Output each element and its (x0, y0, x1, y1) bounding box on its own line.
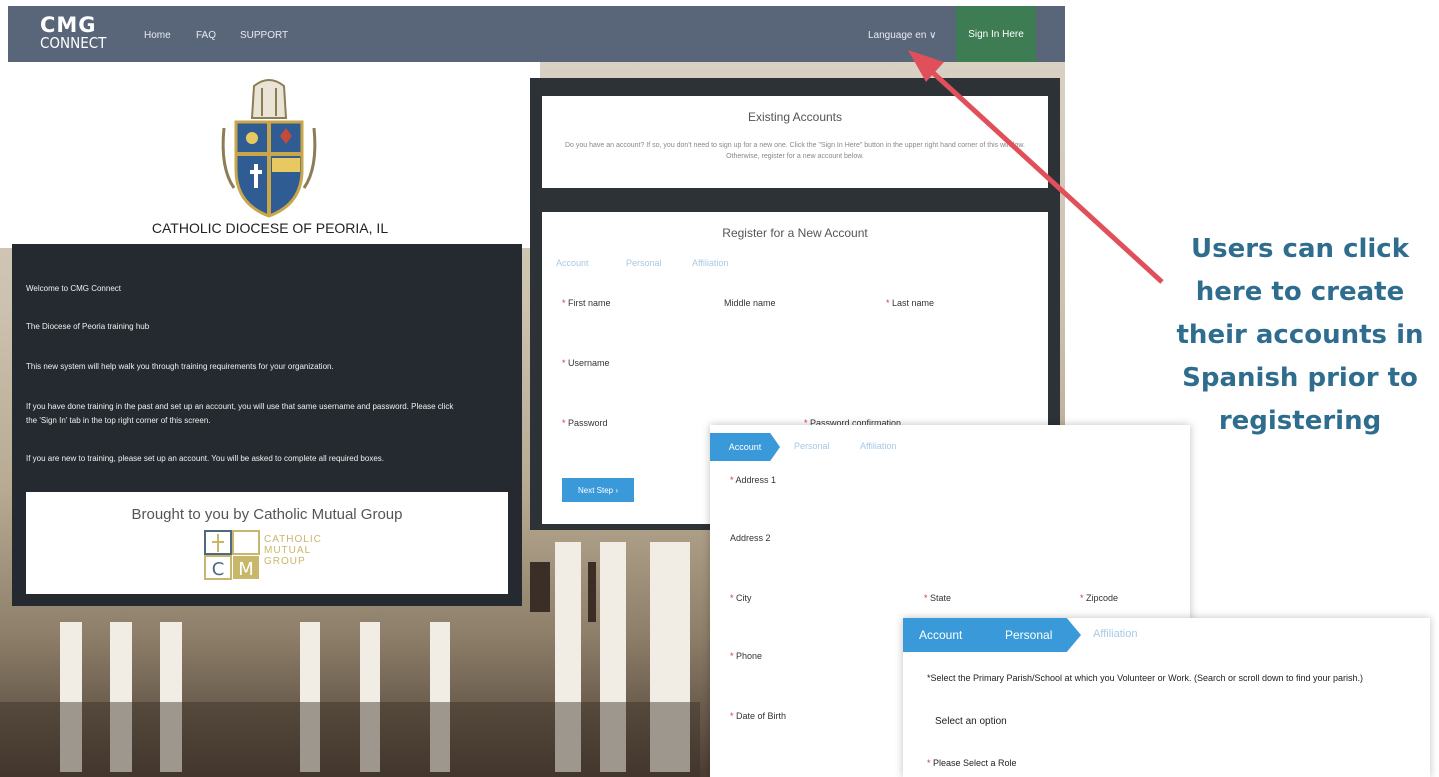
callout-text: Users can click here to create their acc… (1176, 234, 1424, 436)
